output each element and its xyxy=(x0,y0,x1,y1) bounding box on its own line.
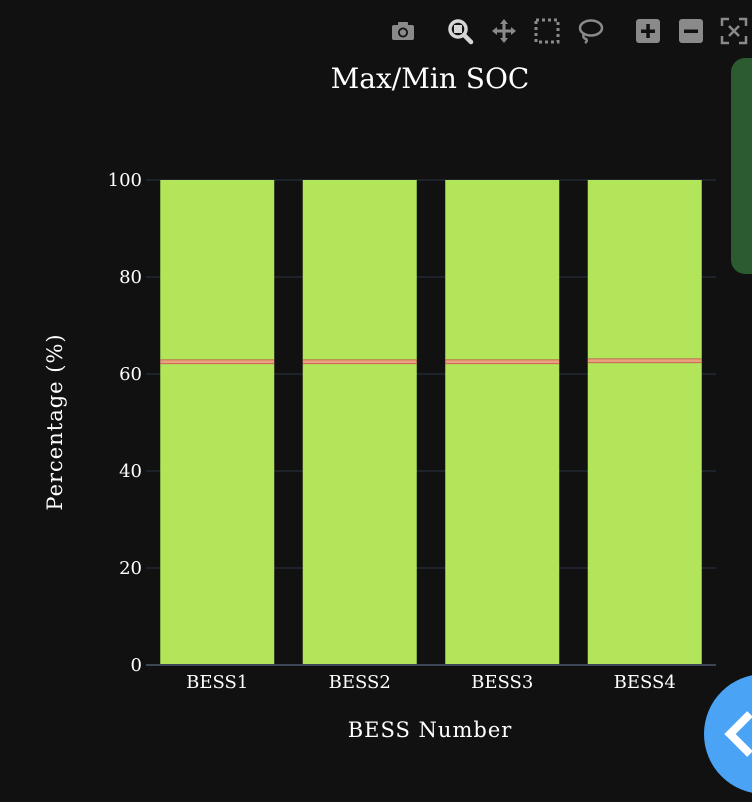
x-tick-label: BESS2 xyxy=(329,672,391,693)
x-axis-title: BESS Number xyxy=(348,718,513,742)
y-tick-label: 0 xyxy=(131,655,142,676)
bar-segment[interactable] xyxy=(445,363,560,665)
bar-segment[interactable] xyxy=(302,180,417,360)
y-tick-labels: 0 20 40 60 80 100 xyxy=(108,170,142,676)
y-tick-label: 100 xyxy=(108,170,142,191)
side-panel-tab[interactable] xyxy=(731,58,752,274)
bar-segment[interactable] xyxy=(302,363,417,665)
x-tick-labels: BESS1 BESS2 BESS3 BESS4 xyxy=(186,672,676,693)
y-axis-title: Percentage (%) xyxy=(43,333,67,510)
chart-container: Max/Min SOC 0 20 40 60 80 100 BESS1 BESS2 BESS3… xyxy=(0,0,752,802)
x-tick-label: BESS4 xyxy=(614,672,676,693)
bar-segment[interactable] xyxy=(445,180,560,360)
bar-segment[interactable] xyxy=(587,362,702,665)
chevron-left-icon xyxy=(724,711,752,757)
bar-segment[interactable] xyxy=(587,180,702,359)
y-tick-label: 20 xyxy=(119,558,142,579)
bars xyxy=(160,180,702,665)
bar-segment[interactable] xyxy=(160,363,275,665)
x-tick-label: BESS1 xyxy=(186,672,248,693)
y-tick-label: 40 xyxy=(119,461,142,482)
x-tick-label: BESS3 xyxy=(471,672,533,693)
y-tick-label: 80 xyxy=(119,267,142,288)
bar-chart: Max/Min SOC 0 20 40 60 80 100 BESS1 BESS2 BESS3… xyxy=(43,62,716,742)
chart-title: Max/Min SOC xyxy=(331,62,530,95)
y-tick-label: 60 xyxy=(119,364,142,385)
bar-segment[interactable] xyxy=(160,180,275,360)
